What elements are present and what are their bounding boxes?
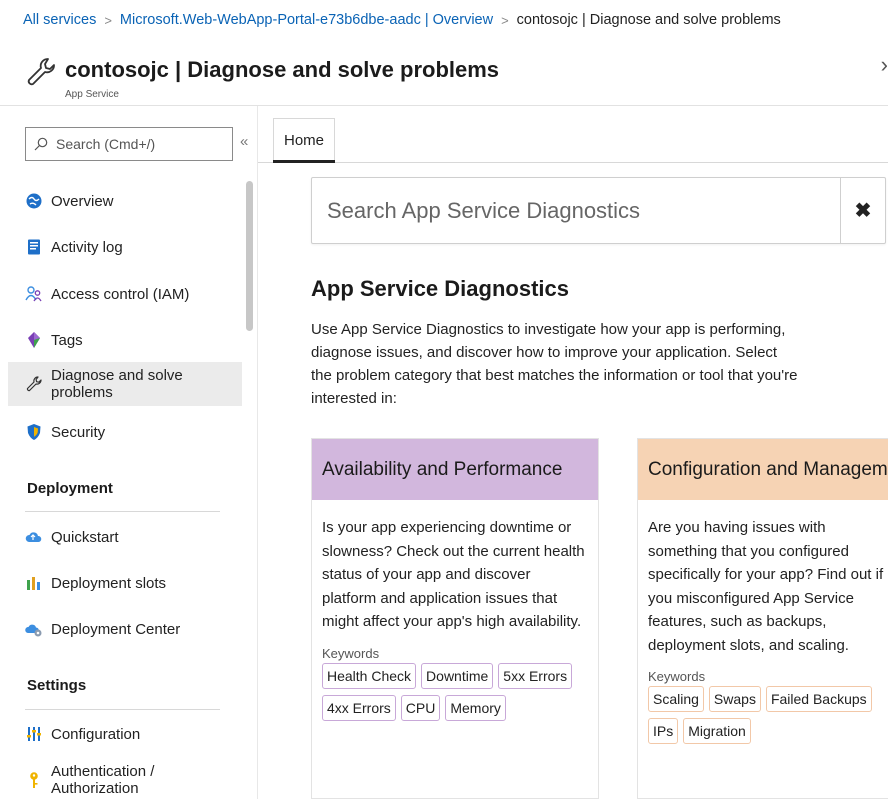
wrench-icon xyxy=(27,58,55,86)
keyword-chip[interactable]: Failed Backups xyxy=(765,686,872,712)
configuration-icon xyxy=(25,725,43,743)
keyword-chip[interactable]: Memory xyxy=(445,694,506,721)
sidebar-item-label: Authentication / Authorization xyxy=(51,763,155,797)
section-divider xyxy=(25,511,220,512)
keyword-list: Scaling Swaps Failed Backups IPs Migrati… xyxy=(638,686,888,750)
sidebar-item-overview[interactable]: Overview xyxy=(8,179,242,223)
globe-icon xyxy=(25,192,43,210)
breadcrumb-current: contosojc | Diagnose and solve problems xyxy=(516,12,781,28)
keyword-chip[interactable]: IPs xyxy=(648,718,679,744)
sidebar-item-label: Access control (IAM) xyxy=(51,285,190,303)
sidebar-item-label: Deployment Center xyxy=(51,620,181,638)
sidebar-item-label: Diagnose and solve problems xyxy=(51,367,183,401)
page-subtitle: App Service xyxy=(65,89,119,100)
key-icon xyxy=(25,771,43,789)
diagnostics-search-input[interactable] xyxy=(312,197,837,224)
cloud-icon xyxy=(25,528,43,546)
keyword-chip[interactable]: Swaps xyxy=(708,686,761,712)
sidebar-search-input[interactable] xyxy=(56,136,226,152)
tab-home[interactable]: Home xyxy=(273,118,335,162)
keywords-label: Keywords xyxy=(322,645,380,661)
sidebar-item-deployment-center[interactable]: Deployment Center xyxy=(8,607,242,651)
tab-active-indicator xyxy=(273,160,335,163)
card-description: Are you having issues with something tha… xyxy=(648,519,884,654)
sidebar-item-security[interactable]: Security xyxy=(8,410,242,454)
sidebar-item-tags[interactable]: Tags xyxy=(8,318,242,362)
sidebar-item-activity-log[interactable]: Activity log xyxy=(8,225,242,269)
breadcrumb-separator-icon: > xyxy=(104,12,112,28)
category-card-availability[interactable]: Availability and Performance Is your app… xyxy=(311,438,599,799)
sidebar-item-deployment-slots[interactable]: Deployment slots xyxy=(8,561,242,605)
page-header: contosojc | Diagnose and solve problems … xyxy=(0,40,888,106)
card-description: Is your app experiencing downtime or slo… xyxy=(322,519,585,630)
sidebar-item-label: Tags xyxy=(51,331,83,349)
breadcrumb-all-services[interactable]: All services xyxy=(23,12,96,28)
keyword-chip[interactable]: 5xx Errors xyxy=(498,662,573,689)
sidebar-item-label: Overview xyxy=(51,192,114,210)
keyword-chip[interactable]: Scaling xyxy=(648,686,704,712)
breadcrumb: All services > Microsoft.Web-WebApp-Port… xyxy=(0,0,888,40)
sidebar-scrollbar-thumb[interactable] xyxy=(246,181,253,331)
breadcrumb-separator-icon: > xyxy=(501,12,509,28)
deployment-slots-icon xyxy=(25,574,43,592)
keyword-chip[interactable]: Migration xyxy=(683,718,751,744)
keyword-chip[interactable]: Downtime xyxy=(421,662,494,689)
section-divider xyxy=(25,709,220,710)
activity-log-icon xyxy=(25,238,43,256)
sidebar-item-authentication[interactable]: Authentication / Authorization xyxy=(8,758,242,799)
sidebar: « Overview Activity log Access control (… xyxy=(0,106,258,799)
sidebar-item-label: Security xyxy=(51,423,106,441)
sidebar-item-quickstart[interactable]: Quickstart xyxy=(8,515,242,559)
sidebar-item-label: Quickstart xyxy=(51,528,119,546)
tag-icon xyxy=(25,331,43,349)
diagnostics-search[interactable]: ✖ xyxy=(311,177,886,244)
section-description: Use App Service Diagnostics to investiga… xyxy=(311,321,798,407)
keyword-chip[interactable]: 4xx Errors xyxy=(322,694,396,721)
section-head-deployment: Deployment xyxy=(27,480,113,497)
keyword-chip[interactable]: Health Check xyxy=(322,662,417,689)
collapse-sidebar-icon[interactable]: « xyxy=(240,133,248,150)
card-title: Availability and Performance xyxy=(312,439,598,500)
keyword-chip[interactable]: CPU xyxy=(400,694,441,721)
sidebar-item-label: Activity log xyxy=(51,238,123,256)
sidebar-item-diagnose[interactable]: Diagnose and solve problems xyxy=(8,362,242,406)
deployment-center-icon xyxy=(25,620,43,638)
chevron-right-icon[interactable]: › xyxy=(881,52,888,78)
sidebar-item-access-control[interactable]: Access control (IAM) xyxy=(8,272,242,316)
sidebar-item-label: Configuration xyxy=(51,725,141,743)
search-icon xyxy=(34,137,48,151)
tab-strip-divider xyxy=(258,162,888,163)
people-icon xyxy=(25,285,43,303)
page-title: contosojc | Diagnose and solve problems xyxy=(65,57,500,82)
breadcrumb-webapp-overview[interactable]: Microsoft.Web-WebApp-Portal-e73b6dbe-aad… xyxy=(120,12,493,28)
sidebar-item-configuration[interactable]: Configuration xyxy=(8,712,242,756)
keyword-list: Health Check Downtime 5xx Errors 4xx Err… xyxy=(312,662,598,727)
category-card-configuration[interactable]: Configuration and Management Are you hav… xyxy=(637,438,888,799)
section-title: App Service Diagnostics xyxy=(311,276,569,301)
wrench-icon xyxy=(25,375,43,393)
sidebar-item-label: Deployment slots xyxy=(51,574,167,592)
section-head-settings: Settings xyxy=(27,677,87,694)
sidebar-search[interactable] xyxy=(25,127,233,161)
keywords-label: Keywords xyxy=(648,669,706,684)
shield-icon xyxy=(25,423,43,441)
close-icon[interactable]: ✖ xyxy=(840,178,885,243)
card-title: Configuration and Management xyxy=(638,439,888,500)
